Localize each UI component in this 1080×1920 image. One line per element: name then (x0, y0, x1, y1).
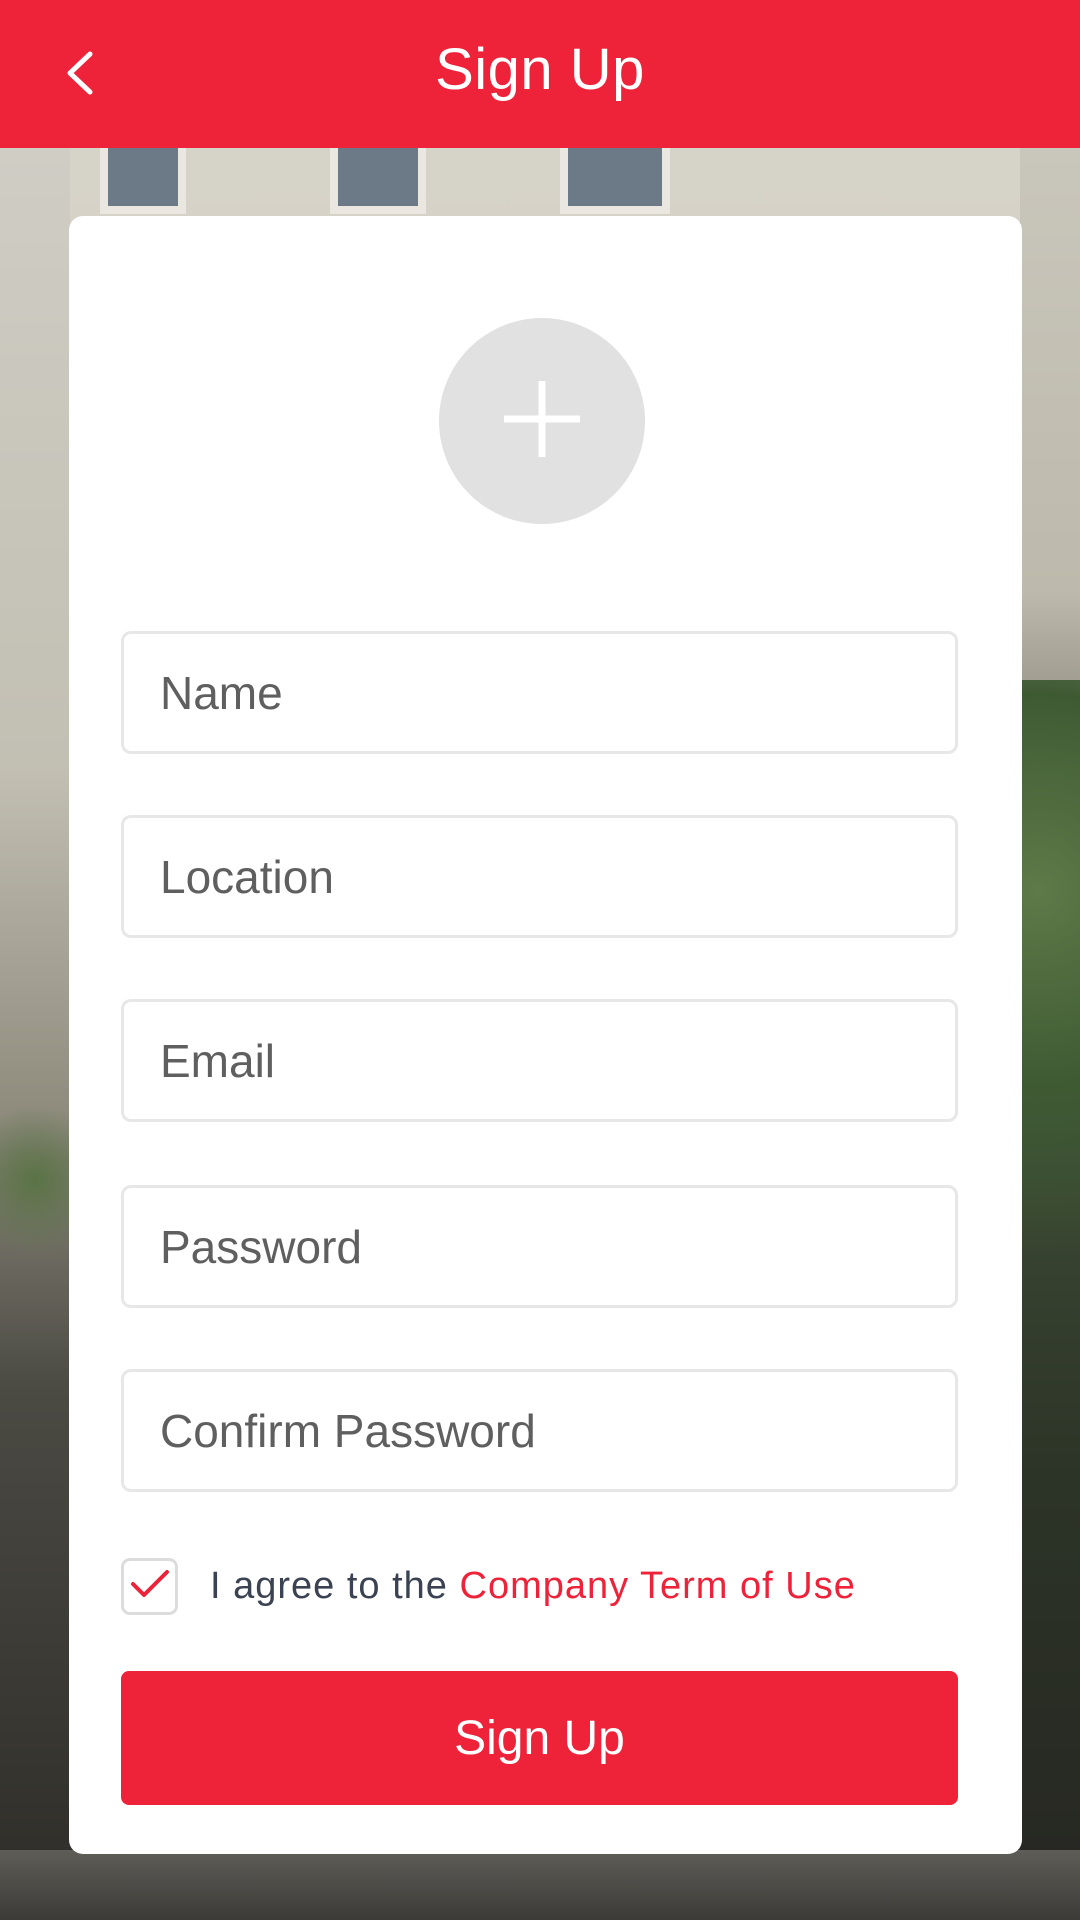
terms-checkbox[interactable] (121, 1557, 178, 1615)
name-input[interactable] (124, 634, 955, 751)
plus-icon (502, 379, 582, 464)
building-window (330, 148, 426, 214)
terms-text: I agree to the Company Term of Use (210, 1565, 856, 1608)
street (0, 1850, 1080, 1920)
terms-link[interactable]: Company Term of Use (460, 1565, 856, 1607)
name-field[interactable] (121, 631, 958, 754)
email-input[interactable] (124, 1002, 955, 1119)
app-header: Sign Up (0, 0, 1080, 148)
location-field[interactable] (121, 815, 958, 938)
building-window (100, 148, 186, 214)
checkmark-icon (130, 1568, 170, 1605)
building-window (560, 148, 670, 214)
add-photo-button[interactable] (439, 318, 645, 524)
terms-prefix: I agree to the (210, 1564, 460, 1607)
confirm-password-field[interactable] (121, 1369, 958, 1492)
balcony-plants (0, 1080, 70, 1280)
location-input[interactable] (124, 818, 955, 935)
sign-up-button[interactable]: Sign Up (121, 1671, 958, 1805)
building-facade-left (0, 148, 70, 1920)
terms-agreement: I agree to the Company Term of Use (121, 1556, 958, 1616)
signup-card: I agree to the Company Term of Use Sign … (69, 216, 1022, 1854)
password-input[interactable] (124, 1188, 955, 1305)
password-field[interactable] (121, 1185, 958, 1308)
email-field[interactable] (121, 999, 958, 1122)
confirm-password-input[interactable] (124, 1372, 955, 1489)
page-title: Sign Up (435, 37, 645, 102)
